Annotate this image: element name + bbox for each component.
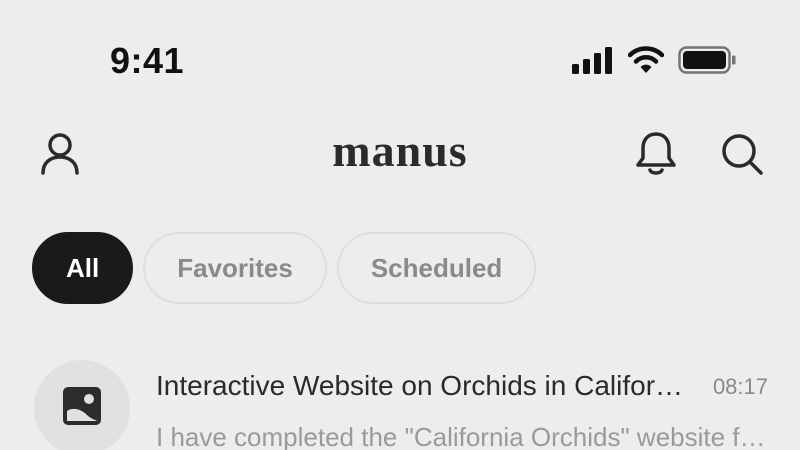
status-time: 9:41 — [110, 40, 185, 81]
status-bar: 9:41 — [0, 0, 800, 110]
task-avatar — [34, 360, 130, 450]
tab-scheduled[interactable]: Scheduled — [336, 232, 537, 304]
image-icon — [61, 385, 103, 432]
tab-favorites[interactable]: Favorites — [143, 232, 327, 304]
app-header: manus — [0, 118, 800, 190]
signal-icon — [572, 46, 614, 74]
app-screen: 9:41 manus All Favorites Scheduled Inter… — [0, 0, 800, 450]
search-button[interactable] — [716, 130, 768, 182]
filter-tabs: All Favorites Scheduled — [32, 232, 537, 304]
notifications-button[interactable] — [630, 130, 682, 182]
task-preview: I have completed the "California Orchids… — [156, 422, 768, 450]
task-list-item[interactable]: Interactive Website on Orchids in Califo… — [0, 356, 800, 450]
tab-all[interactable]: All — [32, 232, 134, 304]
task-timestamp: 08:17 — [712, 374, 768, 399]
wifi-icon — [628, 46, 664, 74]
task-title: Interactive Website on Orchids in Califo… — [156, 370, 686, 401]
search-icon — [720, 132, 764, 181]
battery-icon — [678, 46, 736, 74]
bell-icon — [634, 131, 678, 182]
status-icons — [572, 44, 736, 76]
